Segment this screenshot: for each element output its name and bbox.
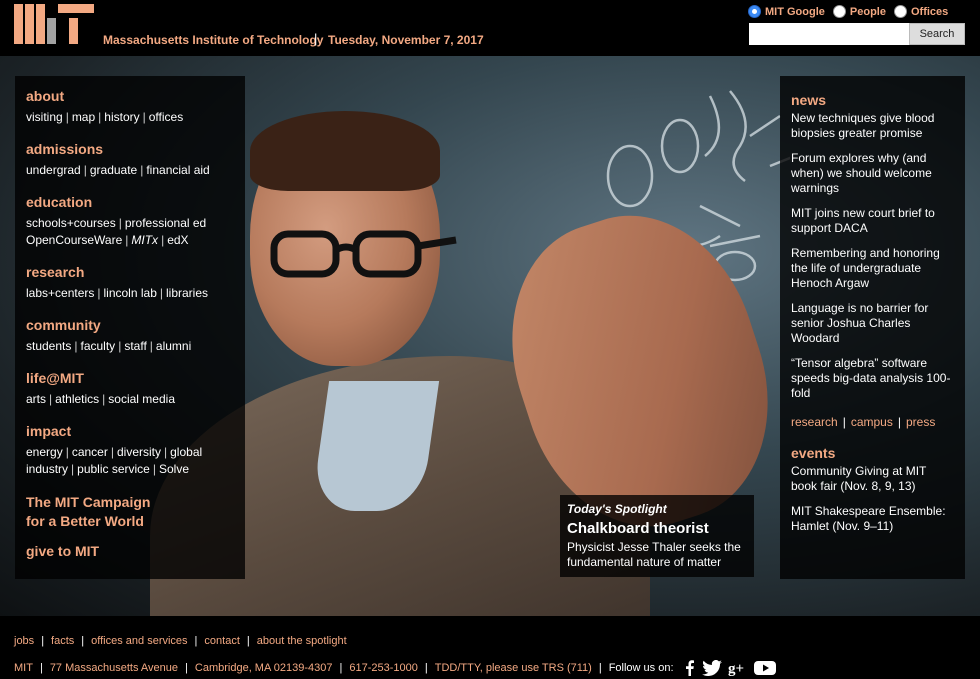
news-heading[interactable]: news [791, 92, 954, 108]
nav-heading-research[interactable]: research [26, 264, 234, 281]
event-item[interactable]: Community Giving at MIT book fair (Nov. … [791, 464, 954, 494]
nav-heading-impact[interactable]: impact [26, 423, 234, 440]
nav-link-global[interactable]: global [170, 445, 202, 459]
spotlight-hero-image[interactable]: about visiting | map | history | offices admis… [0, 56, 980, 616]
nav-group-impact: impact energy | cancer | diversity | global in… [26, 423, 234, 478]
nav-link-mitx[interactable]: MITx [131, 233, 158, 247]
news-item[interactable]: MIT joins new court brief to support DAC… [791, 206, 954, 236]
main-nav: about visiting | map | history | offices admis… [15, 76, 245, 579]
news-section-links: research | campus | press [791, 415, 936, 429]
news-item[interactable]: Forum explores why (and when) we should … [791, 151, 954, 196]
nav-link-public-service[interactable]: public service [77, 462, 150, 476]
give-to-mit-link[interactable]: give to MIT [26, 543, 234, 560]
footer-address: 77 Massachusetts Avenue [49, 662, 179, 674]
footer-link-offices[interactable]: offices and services [91, 635, 187, 647]
nav-link-graduate[interactable]: graduate [90, 163, 137, 177]
nav-link-energy[interactable]: energy [26, 445, 63, 459]
nav-link-lincoln-lab[interactable]: lincoln lab [104, 286, 157, 300]
nav-link-professional-ed[interactable]: professional ed [125, 216, 206, 230]
footer-link-jobs[interactable]: jobs [14, 635, 34, 647]
footer-mit[interactable]: MIT [14, 662, 33, 674]
youtube-icon[interactable] [753, 660, 776, 676]
news-link-press[interactable]: press [906, 415, 935, 429]
mit-logo[interactable] [14, 4, 94, 44]
nav-heading-life-at-mit[interactable]: life@MIT [26, 370, 234, 387]
nav-heading-about[interactable]: about [26, 88, 234, 105]
news-item[interactable]: Remembering and honoring the life of und… [791, 246, 954, 291]
nav-link-history[interactable]: history [104, 110, 139, 124]
title-separator: | [314, 31, 318, 46]
footer-link-facts[interactable]: facts [51, 635, 74, 647]
footer-contact: MIT | 77 Massachusetts Avenue | Cambridge, M… [14, 660, 782, 676]
search-scope: MIT Google People Offices [748, 5, 956, 18]
news-item[interactable]: New techniques give blood biopsies great… [791, 111, 954, 141]
nav-group-education: education schools+courses | professional e… [26, 194, 234, 249]
spotlight-caption[interactable]: Today's Spotlight Chalkboard theorist Ph… [560, 495, 754, 577]
spotlight-label: Today's Spotlight [567, 502, 667, 516]
nav-link-staff[interactable]: staff [124, 339, 146, 353]
site-header: Massachusetts Institute of Technology | … [0, 0, 980, 56]
facebook-icon[interactable] [682, 660, 696, 676]
nav-link-undergrad[interactable]: undergrad [26, 163, 81, 177]
nav-link-faculty[interactable]: faculty [81, 339, 116, 353]
nav-heading-community[interactable]: community [26, 317, 234, 334]
site-footer: jobs | facts | offices and services | contact |… [0, 616, 980, 679]
nav-link-social-media[interactable]: social media [108, 392, 175, 406]
nav-link-libraries[interactable]: libraries [166, 286, 208, 300]
nav-link-edx[interactable]: edX [167, 233, 188, 247]
nav-link-cancer[interactable]: cancer [72, 445, 108, 459]
nav-link-financial-aid[interactable]: financial aid [146, 163, 209, 177]
nav-link-students[interactable]: students [26, 339, 71, 353]
nav-link-visiting[interactable]: visiting [26, 110, 63, 124]
glasses [270, 230, 457, 278]
nav-link-opencourseware[interactable]: OpenCourseWare [26, 233, 122, 247]
svg-text:g+: g+ [728, 661, 744, 676]
spotlight-description: Physicist Jesse Thaler seeks the fundame… [567, 540, 741, 569]
twitter-icon[interactable] [701, 660, 722, 676]
nav-group-community: community students | faculty | staff | alumni [26, 317, 234, 355]
nav-group-life: life@MIT arts | athletics | social media [26, 370, 234, 408]
nav-link-diversity[interactable]: diversity [117, 445, 161, 459]
event-item[interactable]: MIT Shakespeare Ensemble: Hamlet (Nov. 9… [791, 504, 954, 534]
footer-link-contact[interactable]: contact [204, 635, 239, 647]
nav-link-solve[interactable]: Solve [159, 462, 189, 476]
radio-mit-google[interactable]: MIT Google [748, 5, 825, 18]
footer-phone: 617-253-1000 [349, 662, 418, 674]
nav-heading-admissions[interactable]: admissions [26, 141, 234, 158]
nav-group-about: about visiting | map | history | offices [26, 88, 234, 126]
nav-link-industry[interactable]: industry [26, 462, 68, 476]
events-heading[interactable]: events [791, 445, 954, 461]
nav-link-arts[interactable]: arts [26, 392, 46, 406]
nav-link-alumni[interactable]: alumni [156, 339, 191, 353]
nav-heading-education[interactable]: education [26, 194, 234, 211]
news-link-research[interactable]: research [791, 415, 838, 429]
nav-link-labs-centers[interactable]: labs+centers [26, 286, 94, 300]
nav-group-admissions: admissions undergrad | graduate | financial … [26, 141, 234, 179]
radio-people[interactable]: People [832, 5, 886, 18]
nav-link-athletics[interactable]: athletics [55, 392, 99, 406]
site-title[interactable]: Massachusetts Institute of Technology [103, 33, 323, 47]
spotlight-title[interactable]: Chalkboard theorist [567, 520, 747, 537]
news-item[interactable]: “Tensor algebra” software speeds big-dat… [791, 356, 954, 401]
search-button[interactable]: Search [909, 23, 965, 45]
news-item[interactable]: Language is no barrier for senior Joshua… [791, 301, 954, 346]
nav-link-offices[interactable]: offices [149, 110, 183, 124]
search-input[interactable] [749, 23, 909, 45]
current-date: Tuesday, November 7, 2017 [328, 33, 484, 47]
footer-link-about-spotlight[interactable]: about the spotlight [257, 635, 347, 647]
google-plus-icon[interactable]: g+ [728, 660, 748, 676]
footer-tdd: TDD/TTY, please use TRS (711) [434, 662, 592, 674]
follow-label: Follow us on: [608, 662, 674, 674]
campaign-link[interactable]: The MIT Campaign for a Better World [26, 493, 234, 531]
nav-link-map[interactable]: map [72, 110, 95, 124]
nav-group-research: research labs+centers | lincoln lab | librar… [26, 264, 234, 302]
news-link-campus[interactable]: campus [851, 415, 893, 429]
news-panel: news New techniques give blood biopsies … [780, 76, 965, 579]
footer-city: Cambridge, MA 02139-4307 [194, 662, 333, 674]
radio-offices[interactable]: Offices [893, 5, 948, 18]
person-hair [250, 111, 440, 191]
footer-links: jobs | facts | offices and services | contact |… [14, 635, 347, 647]
nav-link-schools-courses[interactable]: schools+courses [26, 216, 116, 230]
